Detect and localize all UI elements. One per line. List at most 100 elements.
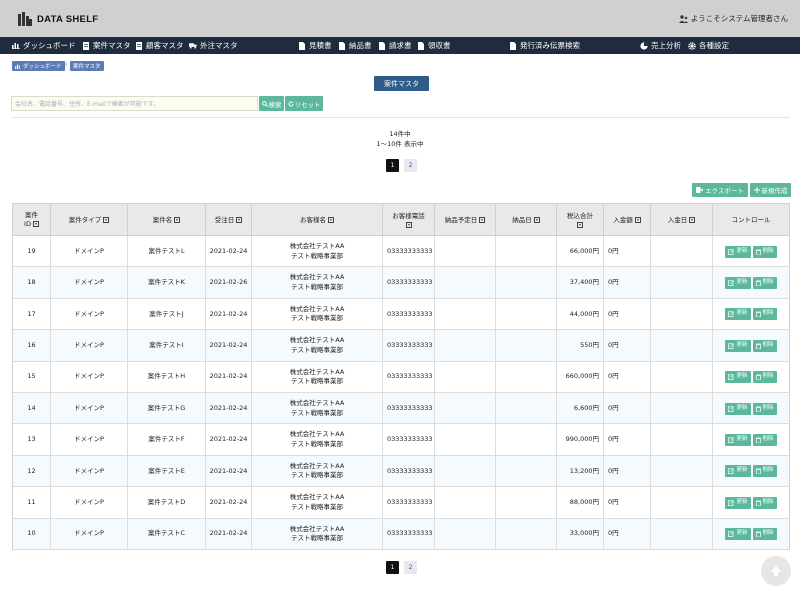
nav-project-master-label: 案件マスタ: [93, 41, 131, 50]
cell-phone-text: 03333333333: [387, 340, 433, 349]
delete-button[interactable]: 削除: [752, 528, 777, 541]
cell-name: 案件テストC: [128, 518, 206, 550]
header-order-date[interactable]: 受注日: [206, 204, 252, 236]
search-button[interactable]: 検索: [259, 96, 284, 111]
delete-button-label: 削除: [762, 404, 774, 411]
edit-icon: [728, 311, 735, 318]
update-button[interactable]: 更新: [725, 433, 751, 446]
nav-customer-master[interactable]: 顧客マスタ: [135, 37, 184, 54]
result-total: 14件中: [389, 130, 411, 138]
nav-sales-analysis[interactable]: 売上分析: [640, 37, 681, 54]
cell-delivered-date: [496, 518, 557, 550]
header-due-date-label: 納品予定日: [444, 215, 478, 224]
page-1-button-bottom[interactable]: 1: [386, 561, 399, 574]
delete-button[interactable]: 削除: [752, 371, 777, 384]
cell-id-text: 15: [27, 372, 36, 381]
cell-id-text: 17: [27, 309, 36, 318]
header-paid-date[interactable]: 入金日: [651, 204, 713, 236]
page-2-button[interactable]: 2: [404, 159, 417, 172]
delete-button[interactable]: 削除: [752, 402, 777, 415]
nav-estimate[interactable]: 見積書: [298, 37, 332, 54]
cell-customer-text: 株式会社テストAA テスト戦略事業部: [289, 304, 345, 323]
header-type-label: 案件タイプ: [68, 215, 102, 224]
cell-type-text: ドメインP: [74, 278, 104, 287]
nav-vendor-master[interactable]: 外注マスタ: [189, 37, 238, 54]
delete-button[interactable]: 削除: [752, 433, 777, 446]
cell-total: 44,000円: [557, 298, 604, 330]
delete-button[interactable]: 削除: [752, 339, 777, 352]
sort-icon: [236, 217, 243, 223]
update-button[interactable]: 更新: [725, 245, 751, 258]
scroll-top-button[interactable]: [761, 556, 791, 586]
update-button[interactable]: 更新: [725, 308, 751, 321]
nav-dashboard[interactable]: ダッシュボード: [12, 37, 76, 54]
update-button[interactable]: 更新: [725, 402, 751, 415]
cell-type: ドメインP: [51, 298, 128, 330]
cell-order-date-text: 2021-02-24: [209, 529, 248, 538]
nav-delivery[interactable]: 納品書: [338, 37, 372, 54]
delete-button[interactable]: 削除: [752, 496, 777, 509]
header-delivered-date[interactable]: 納品日: [496, 204, 557, 236]
cell-delivered-date: [496, 424, 557, 456]
header-name-label: 案件名: [152, 215, 173, 224]
update-button[interactable]: 更新: [725, 371, 751, 384]
logo[interactable]: DATA SHELF: [17, 11, 98, 27]
page-2-button-bottom[interactable]: 2: [404, 561, 417, 574]
breadcrumb-dashboard[interactable]: ダッシュボード: [12, 61, 65, 71]
header-due-date[interactable]: 納品予定日: [435, 204, 496, 236]
nav-receipt[interactable]: 領収書: [417, 37, 451, 54]
delete-button[interactable]: 削除: [752, 276, 777, 289]
page-1-button[interactable]: 1: [386, 159, 399, 172]
sort-icon: [577, 222, 583, 229]
delete-button[interactable]: 削除: [752, 465, 777, 478]
header-total[interactable]: 税込合計: [557, 204, 604, 236]
cell-paid-date: [651, 487, 713, 519]
cell-type: ドメインP: [51, 361, 128, 393]
header-type[interactable]: 案件タイプ: [51, 204, 128, 236]
nav-issued-search[interactable]: 発行済み伝票検索: [509, 37, 580, 54]
nav-project-master[interactable]: 案件マスタ: [82, 37, 131, 54]
export-button[interactable]: エクスポート: [692, 183, 748, 197]
user-menu[interactable]: ようこそシステム管理者さん: [678, 13, 788, 24]
header-paid[interactable]: 入金額: [604, 204, 651, 236]
sort-icon: [405, 222, 412, 229]
update-button[interactable]: 更新: [725, 496, 751, 509]
update-button-label: 更新: [736, 341, 748, 348]
nav-settings[interactable]: 各種設定: [688, 37, 729, 54]
pie-icon: [640, 41, 648, 50]
cell-customer: 株式会社テストAA テスト戦略事業部: [252, 487, 383, 519]
cell-total-text: 6,600円: [573, 403, 599, 412]
edit-icon: [728, 405, 735, 412]
nav-invoice[interactable]: 請求書: [378, 37, 412, 54]
header-customer[interactable]: お客様名: [252, 204, 383, 236]
cell-due-date: [435, 298, 496, 330]
delete-button[interactable]: 削除: [752, 245, 777, 258]
search-input[interactable]: 会社名、電話番号、住所、E-mailで検索が可能です。: [11, 96, 258, 111]
header-id[interactable]: 案件 ID: [13, 204, 51, 236]
header-name[interactable]: 案件名: [128, 204, 206, 236]
trash-icon: [755, 531, 761, 538]
update-button[interactable]: 更新: [725, 276, 751, 289]
cell-name-text: 案件テストK: [148, 278, 185, 287]
cell-total: 88,000円: [557, 487, 604, 519]
header-phone[interactable]: お客様電話: [383, 204, 435, 236]
cell-total-text: 550円: [580, 340, 599, 349]
cell-type: ドメインP: [51, 455, 128, 487]
cell-total-text: 13,200円: [569, 466, 599, 475]
update-button[interactable]: 更新: [725, 528, 751, 541]
cell-customer: 株式会社テストAA テスト戦略事業部: [252, 424, 383, 456]
cell-order-date: 2021-02-24: [206, 361, 252, 393]
update-button[interactable]: 更新: [725, 465, 751, 478]
update-button[interactable]: 更新: [725, 339, 751, 352]
edit-icon: [728, 280, 735, 286]
project-table: 案件 ID 案件タイプ 案件名 受注日 お客様名 お客様電話 納品予定日 納品日…: [12, 203, 790, 550]
delete-button-label: 削除: [762, 467, 774, 474]
new-button[interactable]: 新規作成: [750, 183, 791, 197]
reset-button[interactable]: リセット: [285, 96, 323, 111]
cell-phone: 03333333333: [383, 487, 435, 519]
sort-icon: [328, 217, 334, 223]
table-row: 18 ドメインP 案件テストK 2021-02-26 株式会社テストAA テスト戦略事業…: [13, 267, 789, 299]
cell-total: 6,600円: [557, 393, 604, 424]
delete-button[interactable]: 削除: [752, 308, 777, 321]
cell-phone: 03333333333: [383, 361, 435, 393]
